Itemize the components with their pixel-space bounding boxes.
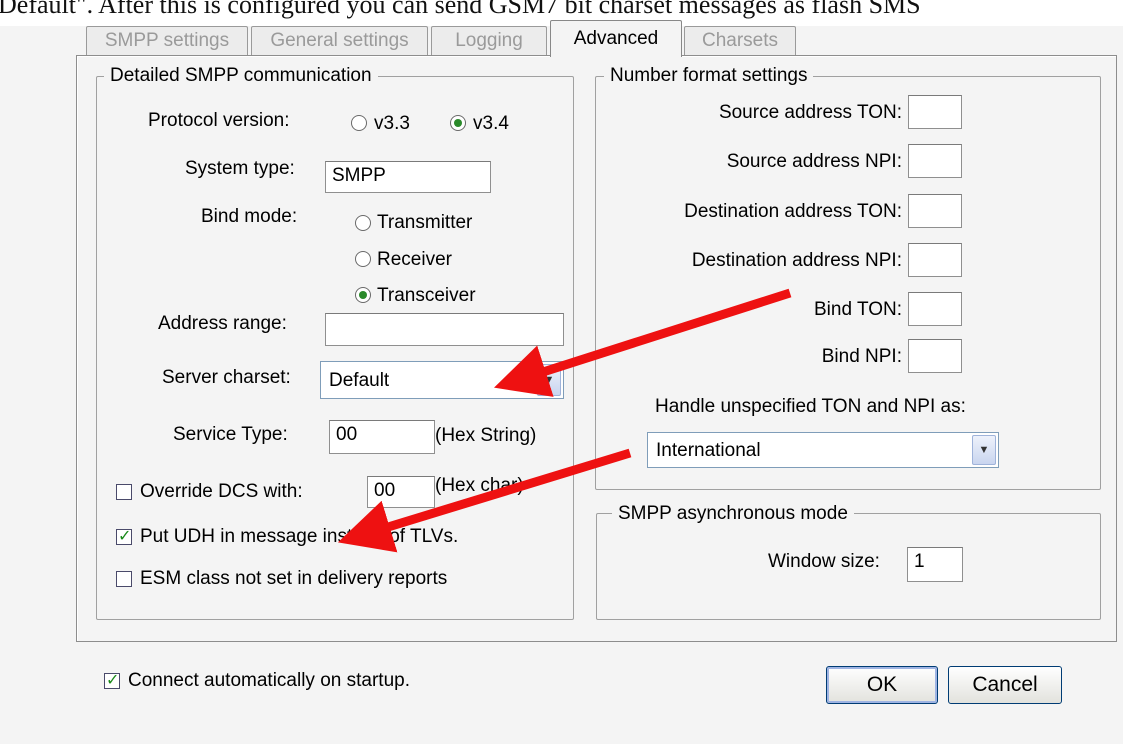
source-npi-input[interactable] — [908, 144, 962, 178]
service-type-label: Service Type: — [173, 424, 288, 445]
source-ton-label: Source address TON: — [718, 102, 902, 123]
system-type-label: System type: — [185, 158, 295, 179]
ok-button[interactable]: OK — [826, 666, 938, 704]
tab-logging[interactable]: Logging — [431, 26, 547, 55]
override-dcs-label: Override DCS with: — [140, 481, 303, 502]
smpp-group-legend: Detailed SMPP communication — [104, 65, 378, 87]
service-type-input[interactable]: 00 — [329, 420, 435, 454]
override-dcs-input[interactable]: 00 — [367, 476, 435, 508]
dest-ton-label: Destination address TON: — [684, 201, 902, 222]
bind-npi-label: Bind NPI: — [821, 346, 902, 367]
radio-transceiver-label: Transceiver — [377, 285, 476, 306]
source-npi-label: Source address NPI: — [726, 151, 902, 172]
tab-general-settings[interactable]: General settings — [251, 26, 428, 55]
esm-class-label: ESM class not set in delivery reports — [140, 568, 448, 589]
chevron-down-icon[interactable]: ▼ — [537, 364, 561, 396]
autoconnect-checkbox[interactable] — [104, 670, 120, 689]
server-charset-select[interactable]: Default ▼ — [320, 361, 564, 399]
radio-receiver[interactable] — [355, 251, 371, 267]
async-group-legend: SMPP asynchronous mode — [612, 503, 854, 525]
server-charset-label: Server charset: — [162, 367, 291, 388]
dest-npi-input[interactable] — [908, 243, 962, 277]
tab-advanced[interactable]: Advanced — [550, 20, 682, 57]
bind-mode-label: Bind mode: — [201, 206, 298, 227]
autoconnect-label: Connect automatically on startup. — [128, 670, 410, 691]
radio-transceiver[interactable] — [355, 287, 371, 303]
number-format-legend: Number format settings — [604, 65, 814, 87]
radio-transmitter[interactable] — [355, 215, 371, 231]
radio-v34[interactable] — [450, 115, 466, 131]
cancel-button[interactable]: Cancel — [948, 666, 1062, 704]
address-range-label: Address range: — [158, 313, 287, 334]
number-format-group — [595, 76, 1101, 490]
esm-class-checkbox[interactable] — [116, 571, 132, 587]
window-size-input[interactable]: 1 — [907, 547, 963, 582]
dest-ton-input[interactable] — [908, 194, 962, 228]
radio-v33[interactable] — [351, 115, 367, 131]
chevron-down-icon[interactable]: ▼ — [972, 435, 996, 465]
radio-v33-label: v3.3 — [374, 113, 410, 134]
handle-unspecified-value: International — [656, 440, 761, 461]
handle-unspecified-label: Handle unspecified TON and NPI as: — [655, 396, 966, 417]
tab-charsets[interactable]: Charsets — [684, 26, 796, 55]
window-size-label: Window size: — [768, 551, 880, 572]
source-ton-input[interactable] — [908, 95, 962, 129]
bind-ton-label: Bind TON: — [813, 299, 902, 320]
put-udh-checkbox[interactable] — [116, 526, 132, 545]
bind-npi-input[interactable] — [908, 339, 962, 373]
handle-unspecified-select[interactable]: International ▼ — [647, 432, 999, 468]
address-range-input[interactable] — [325, 313, 564, 346]
override-dcs-hint: (Hex char) — [435, 475, 524, 496]
tab-smpp-settings[interactable]: SMPP settings — [86, 26, 248, 55]
protocol-version-label: Protocol version: — [148, 110, 290, 131]
bind-ton-input[interactable] — [908, 292, 962, 326]
radio-transmitter-label: Transmitter — [377, 212, 473, 233]
server-charset-value: Default — [329, 370, 390, 391]
system-type-input[interactable]: SMPP — [325, 161, 491, 193]
put-udh-label: Put UDH in message instead of TLVs. — [140, 526, 459, 547]
dest-npi-label: Destination address NPI: — [691, 250, 902, 271]
override-dcs-checkbox[interactable] — [116, 484, 132, 500]
radio-receiver-label: Receiver — [377, 249, 452, 270]
radio-v34-label: v3.4 — [473, 113, 509, 134]
service-type-hint: (Hex String) — [435, 425, 537, 446]
